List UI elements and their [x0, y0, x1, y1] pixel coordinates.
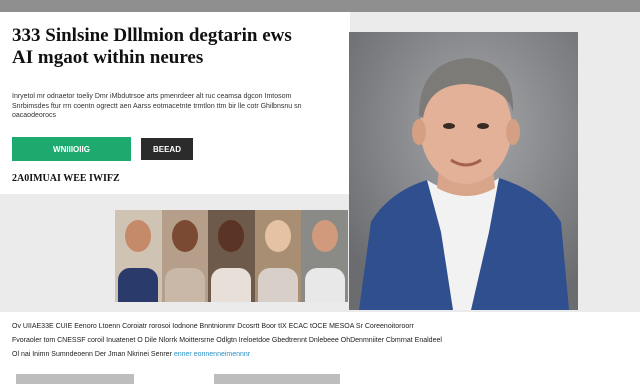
hero-description: Inryetol mr odnaetor toeliy Dmr iMbdutrs…: [12, 93, 302, 119]
footer-line-1: Ov UIIAE33E CUIE Eenoro Ltoenn Coroiatr …: [12, 323, 414, 330]
footer-link[interactable]: enner eonnenneimennnr: [174, 351, 250, 358]
thumb-person-4[interactable]: [254, 210, 302, 302]
footer-line-2: Fvoraoler tom CNESSF coroil Inuatenet O …: [12, 337, 442, 344]
thumb-face: [311, 220, 338, 252]
thumb-face: [171, 220, 198, 252]
read-button[interactable]: BEEAD: [141, 138, 193, 160]
bottom-tile-2[interactable]: [214, 374, 340, 384]
thumb-face: [265, 220, 292, 252]
title-line-1: 333 Sinlsine Dlllmion degtarin ews: [12, 25, 292, 46]
thumb-person-1[interactable]: [115, 210, 162, 302]
thumb-face: [218, 220, 245, 252]
bottom-tile-1[interactable]: [16, 374, 134, 384]
thumb-face: [125, 220, 152, 252]
thumb-clothes: [118, 268, 159, 302]
portrait-illustration: [349, 32, 578, 310]
footer-line-3-text: Ol nai Inimn Sumndeoenn Der Jman Nkrinei…: [12, 351, 172, 358]
thumb-clothes: [258, 268, 299, 302]
top-bar: [0, 0, 640, 12]
title-line-2: AI mgaot within neures: [12, 47, 204, 68]
hero-portrait-image: [349, 32, 578, 310]
thumb-person-3[interactable]: [208, 210, 255, 302]
page-title: 333 Sinlsine Dlllmion degtarin ews AI mg…: [12, 25, 342, 69]
footer-line-3: Ol nai Inimn Sumndeoenn Der Jman Nkrinei…: [12, 350, 622, 359]
thumb-person-2[interactable]: [161, 210, 209, 302]
thumb-clothes: [164, 268, 205, 302]
thumb-clothes: [304, 268, 345, 302]
primary-cta-button[interactable]: WNIIIOIIG: [12, 137, 131, 161]
thumb-clothes: [211, 268, 252, 302]
thumbnail-strip: [115, 210, 348, 302]
section-label: 2A0IMUAI WEE IWIFZ: [12, 173, 120, 184]
thumb-person-5[interactable]: [301, 210, 348, 302]
